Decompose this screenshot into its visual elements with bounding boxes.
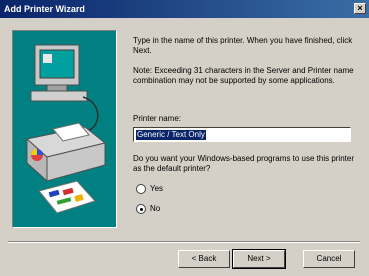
separator (8, 241, 360, 243)
radio-button-yes[interactable] (136, 183, 146, 194)
cancel-button[interactable]: Cancel (303, 250, 355, 268)
radio-no-label: No (150, 204, 161, 213)
radio-yes[interactable]: Yes (136, 183, 163, 195)
printer-name-label: Printer name: (133, 114, 182, 123)
default-printer-question: Do you want your Windows-based programs … (133, 154, 354, 173)
instruction-text: Type in the name of this printer. When y… (133, 36, 353, 55)
radio-no[interactable]: No (136, 203, 160, 215)
window-title: Add Printer Wizard (4, 4, 85, 14)
title-bar[interactable]: Add Printer Wizard × (0, 0, 369, 18)
next-button[interactable]: Next > (232, 249, 286, 269)
note-text: Note: Exceeding 31 characters in the Ser… (133, 66, 354, 85)
wizard-illustration (12, 30, 117, 228)
radio-button-no[interactable] (136, 203, 146, 214)
printer-name-value: Generic / Text Only (136, 130, 206, 140)
close-icon: × (357, 3, 363, 13)
close-button[interactable]: × (354, 3, 366, 14)
radio-yes-label: Yes (150, 184, 164, 193)
computer-printer-icon (25, 44, 107, 214)
printer-name-input[interactable]: Generic / Text Only (133, 127, 351, 142)
add-printer-wizard-window: Add Printer Wizard × Type in the name of… (0, 0, 369, 276)
back-button[interactable]: < Back (178, 250, 230, 268)
